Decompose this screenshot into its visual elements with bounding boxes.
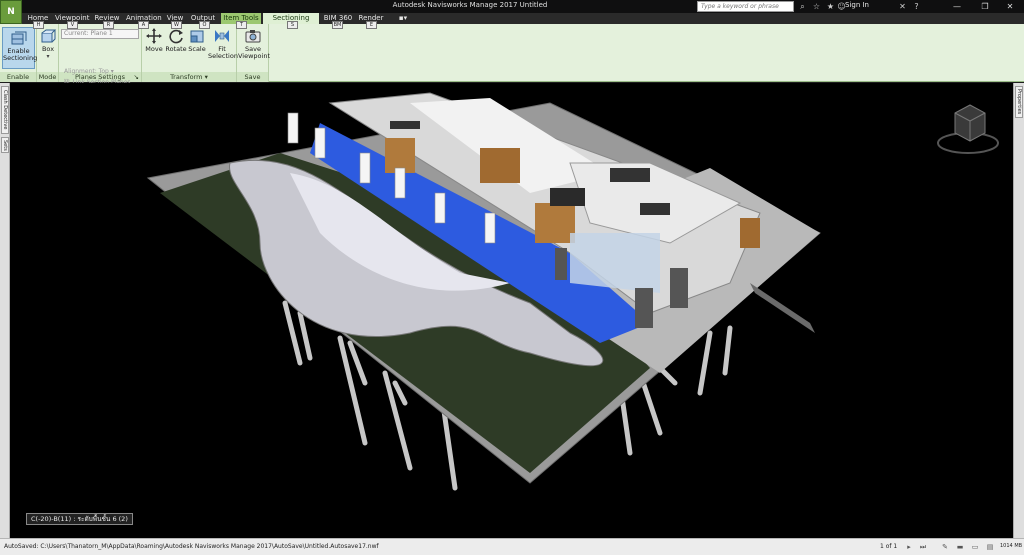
alignment-dropdown[interactable]: Alignment: Top ▾ — [64, 68, 114, 75]
scene-viewport[interactable] — [10, 83, 1013, 538]
autosave-status: AutoSaved: C:\Users\Thanatorn_M\AppData\… — [4, 543, 379, 550]
clash-detective-tab[interactable]: Clash Detective — [1, 86, 9, 134]
status-bar: AutoSaved: C:\Users\Thanatorn_M\AppData\… — [0, 538, 1024, 555]
ribbon: Enable Sectioning Enable Box ▾ Mode Plan… — [0, 24, 1024, 86]
rotate-icon — [169, 29, 183, 44]
performance-icon: ✎ — [942, 543, 948, 551]
panel-mode: Box ▾ Mode — [37, 24, 59, 82]
exchange-icon[interactable]: ✕ — [897, 1, 908, 12]
subscription-icon[interactable]: ☆ — [811, 1, 822, 12]
selection-info-label: C(-20)-B(11) : ระดับพื้นชั้น 6 (2) — [26, 513, 133, 525]
keytip: E — [366, 21, 377, 29]
sectioning-icon — [11, 31, 26, 45]
box-mode-label: Box — [41, 45, 55, 53]
application-menu-button[interactable]: N — [0, 0, 22, 24]
current-plane-dropdown[interactable]: Current: Plane 1 — [61, 29, 139, 39]
keytip: T — [236, 21, 247, 29]
move-icon — [146, 28, 162, 44]
restore-button[interactable]: ❐ — [971, 0, 999, 13]
keytip: W — [171, 21, 182, 29]
favorites-icon[interactable]: ★ — [825, 1, 836, 12]
fit-selection-icon — [215, 30, 229, 42]
box-icon — [41, 29, 57, 43]
keytip: H — [33, 21, 44, 29]
web-server-icon: ▭ — [971, 543, 979, 551]
keytip: R — [103, 21, 114, 29]
enable-sectioning-label: Enable Sectioning — [3, 47, 38, 62]
disk-icon: ▬ — [956, 543, 964, 551]
help-icon[interactable]: ? — [911, 1, 922, 12]
page-indicator: 1 of 1 — [880, 543, 898, 550]
fit-selection-label: Fit Selection — [208, 45, 238, 60]
save-viewpoint-label: Save Viewpoint — [238, 45, 271, 60]
sets-tab[interactable]: Sets — [1, 137, 9, 153]
properties-tab[interactable]: Properties — [1015, 86, 1023, 118]
sign-in-button[interactable]: Sign In — [845, 1, 869, 9]
scale-icon — [190, 30, 204, 43]
alignment-label: Alignment: Top — [64, 68, 109, 75]
camera-icon[interactable]: ▪▾ — [396, 13, 410, 24]
panel-title-enable: Enable — [0, 72, 36, 82]
search-input[interactable]: Type a keyword or phrase — [697, 1, 794, 12]
keytip: BM — [332, 21, 343, 29]
rotate-button[interactable]: Rotate — [165, 28, 187, 64]
move-label: Move — [145, 45, 163, 53]
minimize-button[interactable]: — — [943, 0, 971, 13]
scale-label: Scale — [188, 45, 206, 53]
camera-save-icon — [245, 30, 261, 43]
next-page-icon[interactable]: ▸ — [904, 542, 914, 552]
window-title: Autodesk Navisworks Manage 2017 Untitled — [392, 1, 548, 9]
last-page-icon[interactable]: ⏭ — [918, 542, 928, 552]
panel-title-transform-label: Transform — [170, 73, 203, 81]
viewcube-icon[interactable] — [937, 104, 999, 154]
save-viewpoint-button[interactable]: Save Viewpoint — [238, 28, 271, 68]
panel-title-transform[interactable]: Transform ▾ — [142, 72, 236, 82]
keytip: V — [67, 21, 78, 29]
fit-selection-button[interactable]: Fit Selection — [208, 28, 238, 68]
memory-icon: ▤ — [986, 543, 994, 551]
keytip: S — [287, 21, 298, 29]
chevron-down-icon: ▾ — [46, 53, 50, 60]
move-button[interactable]: Move — [144, 28, 164, 64]
scale-button[interactable]: Scale — [187, 28, 207, 64]
enable-sectioning-button[interactable]: Enable Sectioning — [2, 27, 38, 69]
left-dock-strip: Clash Detective Sets — [0, 83, 10, 538]
close-button[interactable]: ✕ — [996, 0, 1024, 13]
keytip: A — [138, 21, 149, 29]
binoculars-icon[interactable]: ⌕ — [797, 1, 808, 12]
title-bar: Autodesk Navisworks Manage 2017 Untitled… — [0, 0, 1024, 13]
panel-enable: Enable Sectioning Enable — [0, 24, 37, 82]
panel-transform: Move Rotate Scale Fit Selection Transfor… — [142, 24, 238, 82]
panel-title-save: Save — [237, 72, 268, 82]
rotate-label: Rotate — [165, 45, 187, 53]
right-dock-strip: Properties — [1013, 83, 1024, 538]
memory-usage: 1014 MB — [1000, 543, 1023, 549]
ribbon-tab-row: Home Viewpoint Review Animation View Out… — [0, 13, 1024, 32]
panel-title-mode: Mode — [37, 72, 58, 82]
dialog-launcher-icon[interactable]: ↘ — [134, 72, 139, 82]
box-mode-button[interactable]: Box ▾ — [38, 28, 58, 68]
building-model — [146, 92, 999, 491]
panel-save: Save Viewpoint Save — [237, 24, 271, 82]
keytip: O — [199, 21, 210, 29]
